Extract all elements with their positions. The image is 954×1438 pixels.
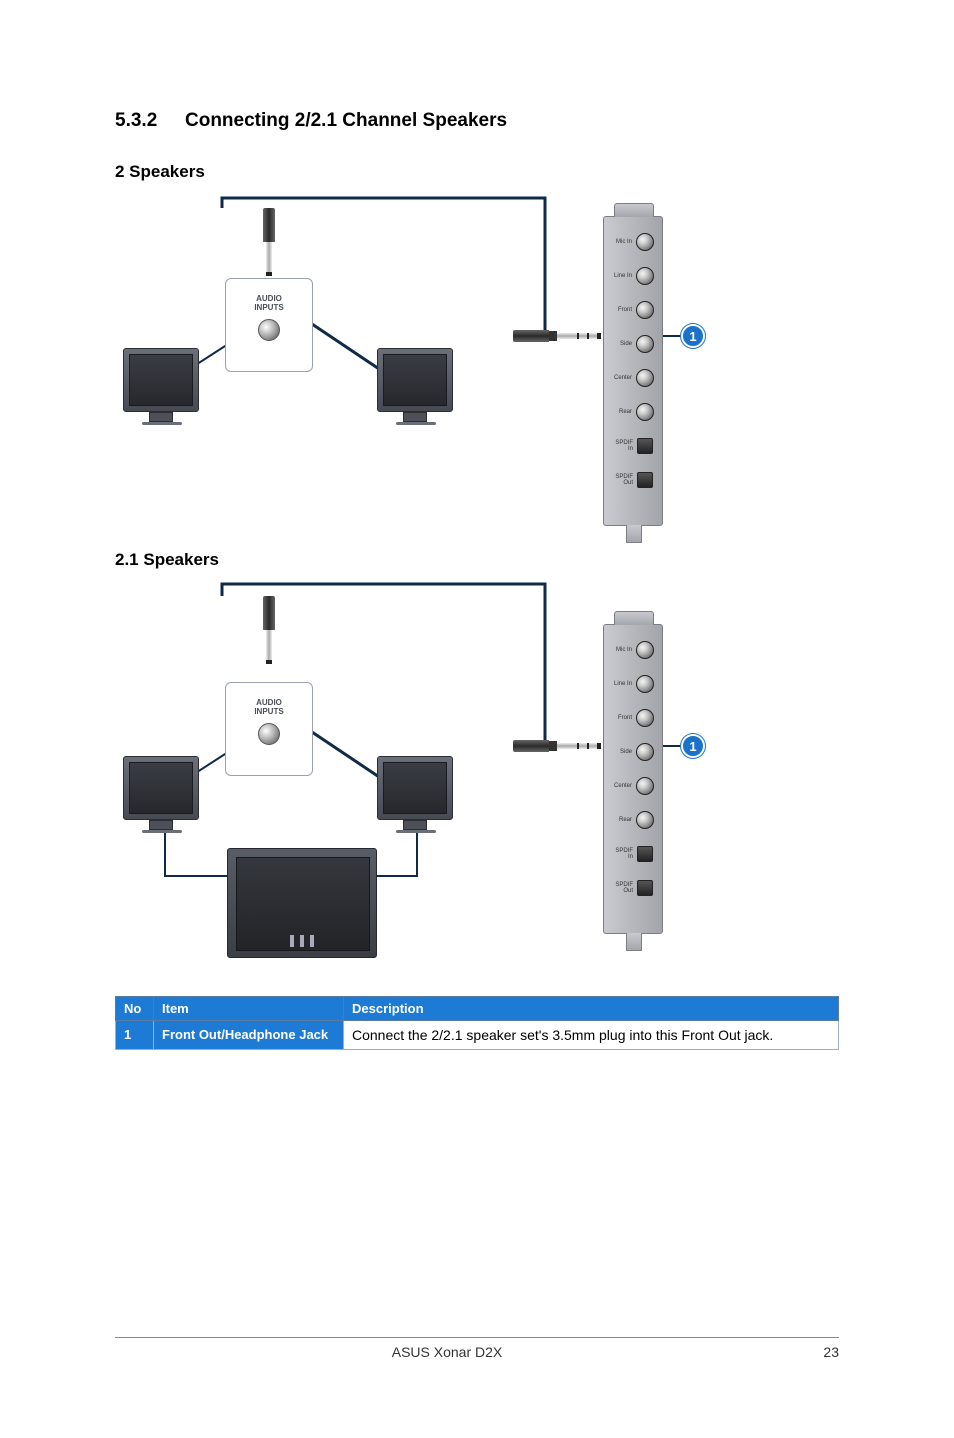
jack-spdif-out: [637, 472, 653, 488]
table-row: 1 Front Out/Headphone Jack Connect the 2…: [116, 1021, 839, 1050]
audio-inputs-module: AUDIO INPUTS: [225, 682, 313, 776]
audio-inputs-port: [258, 319, 280, 341]
jack-label: Front: [612, 715, 632, 721]
jack-label: Center: [612, 375, 632, 381]
jack-label: Side: [612, 749, 632, 755]
jack-mic-in: [636, 641, 654, 659]
jack-side: [636, 743, 654, 761]
jack-label: Rear: [612, 817, 632, 823]
cell-no: 1: [116, 1021, 154, 1050]
audio-inputs-module: AUDIO INPUTS: [225, 278, 313, 372]
cell-item: Front Out/Headphone Jack: [154, 1021, 344, 1050]
jack-line-in: [636, 267, 654, 285]
speaker-left: [123, 756, 203, 836]
io-bracket: Mic In Line In Front Side Center Rear SP…: [603, 216, 663, 526]
page-footer: ASUS Xonar D2X 23: [115, 1337, 839, 1360]
jack-spdif-in: [637, 438, 653, 454]
jack-front: [636, 709, 654, 727]
jack-label: SPDIF In: [613, 848, 633, 860]
th-desc: Description: [344, 997, 839, 1021]
jack-mic-in: [636, 233, 654, 251]
subwoofer: [227, 848, 377, 958]
jack-label: SPDIF Out: [613, 882, 633, 894]
audio-inputs-port: [258, 723, 280, 745]
jack-label: Line In: [612, 273, 632, 279]
audio-plug: [513, 330, 601, 342]
diagram-21speakers: Mic In Line In Front Side Center Rear SP…: [115, 576, 839, 966]
section-heading: 5.3.2 Connecting 2/2.1 Channel Speakers: [115, 110, 839, 132]
speaker-right: [377, 348, 457, 428]
speaker-left: [123, 348, 203, 428]
audio-plug-vertical: [263, 208, 275, 276]
th-no: No: [116, 997, 154, 1021]
audio-inputs-label: AUDIO INPUTS: [226, 295, 312, 313]
jack-label: Mic In: [612, 239, 632, 245]
diagram-21speakers-title: 2.1 Speakers: [115, 550, 839, 570]
jack-label: Rear: [612, 409, 632, 415]
io-bracket: Mic In Line In Front Side Center Rear SP…: [603, 624, 663, 934]
th-item: Item: [154, 997, 344, 1021]
audio-inputs-label: AUDIO INPUTS: [226, 699, 312, 717]
diagram-2speakers: Mic In Line In Front Side Center Rear SP…: [115, 188, 839, 528]
jack-side: [636, 335, 654, 353]
section-title-text: Connecting 2/2.1 Channel Speakers: [185, 110, 507, 132]
footer-product: ASUS Xonar D2X: [115, 1344, 779, 1360]
jack-line-in: [636, 675, 654, 693]
jack-center: [636, 777, 654, 795]
jack-label: Mic In: [612, 647, 632, 653]
jack-label: Front: [612, 307, 632, 313]
jack-label: SPDIF In: [613, 440, 633, 452]
cell-desc: Connect the 2/2.1 speaker set's 3.5mm pl…: [344, 1021, 839, 1050]
audio-plug: [513, 740, 601, 752]
jack-label: Center: [612, 783, 632, 789]
audio-plug-vertical: [263, 596, 275, 664]
connection-table: No Item Description 1 Front Out/Headphon…: [115, 996, 839, 1050]
jack-label: Line In: [612, 681, 632, 687]
diagram-2speakers-title: 2 Speakers: [115, 162, 839, 182]
jack-spdif-out: [637, 880, 653, 896]
jack-label: SPDIF Out: [613, 474, 633, 486]
jack-rear: [636, 403, 654, 421]
jack-rear: [636, 811, 654, 829]
jack-spdif-in: [637, 846, 653, 862]
speaker-right: [377, 756, 457, 836]
callout-marker-1: 1: [681, 324, 705, 348]
footer-pagenum: 23: [779, 1344, 839, 1360]
jack-front: [636, 301, 654, 319]
jack-center: [636, 369, 654, 387]
callout-marker-1: 1: [681, 734, 705, 758]
jack-label: Side: [612, 341, 632, 347]
section-number: 5.3.2: [115, 110, 185, 132]
